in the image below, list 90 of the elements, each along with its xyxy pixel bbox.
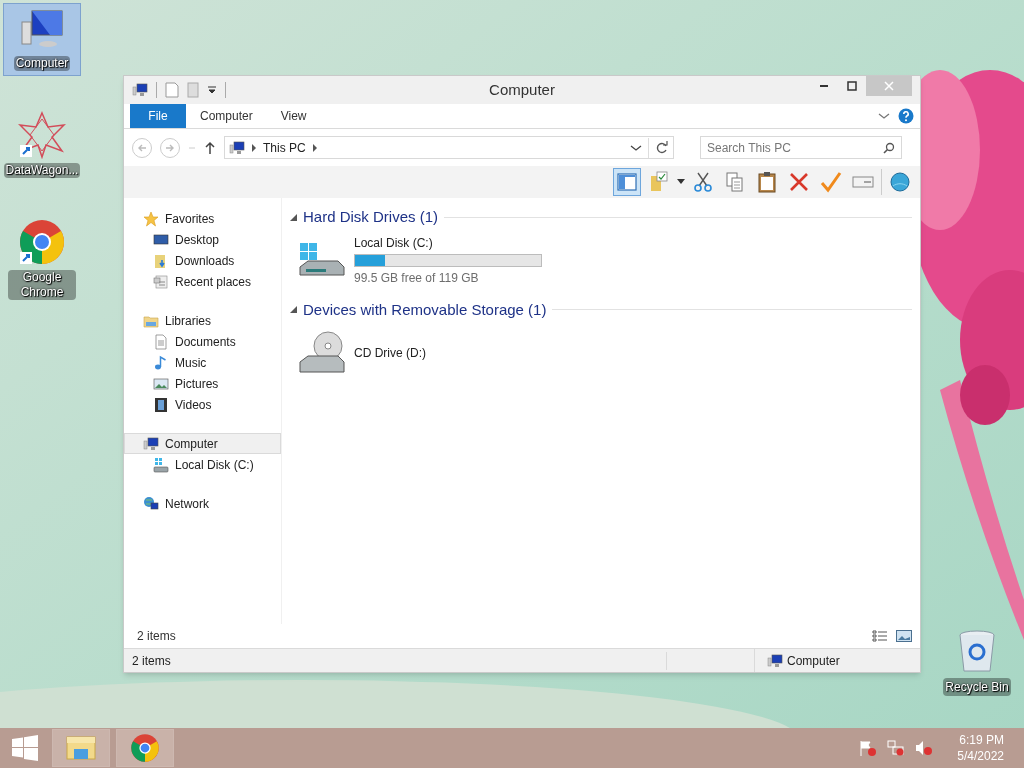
star-icon — [143, 210, 159, 227]
minimize-icon — [820, 85, 828, 87]
status-text: 2 items — [124, 651, 667, 670]
delete-icon — [788, 171, 810, 193]
arrow-up-icon[interactable] — [204, 140, 216, 155]
group-header[interactable]: Hard Disk Drives (1) — [303, 206, 438, 229]
chevron-down-icon[interactable] — [878, 111, 890, 121]
clock-time: 6:19 PM — [959, 732, 1004, 748]
desktop-icon-label: Google Chrome — [8, 270, 76, 300]
document-icon — [153, 333, 169, 350]
window-title: Computer — [488, 79, 556, 100]
scissors-icon — [692, 171, 714, 193]
nav-item[interactable]: Music — [124, 352, 281, 373]
clock-date: 5/4/2022 — [957, 748, 1004, 764]
computer-icon — [229, 139, 245, 156]
dropdown-icon[interactable] — [207, 85, 217, 95]
ribbon-tab[interactable]: View — [266, 104, 321, 128]
nav-item[interactable]: Computer — [124, 433, 281, 454]
preview-pane-icon — [616, 171, 638, 193]
drive-item[interactable]: CD Drive (D:) — [290, 321, 912, 385]
desktop-icon-label: DataWagon... — [3, 163, 81, 178]
monitor-icon — [153, 231, 169, 248]
status-location: Computer — [787, 652, 840, 670]
help-icon[interactable] — [898, 108, 914, 124]
dropdown-icon[interactable] — [677, 179, 685, 185]
folder-icon — [66, 735, 96, 761]
globe-icon — [889, 171, 911, 193]
nav-item[interactable]: Libraries — [124, 310, 281, 331]
desktop-icon[interactable]: Recycle Bin — [940, 630, 1014, 696]
star-polygon-icon — [18, 111, 66, 159]
recycle-bin-icon — [958, 630, 996, 674]
chrome-icon — [18, 218, 66, 266]
taskbar-button[interactable] — [116, 729, 174, 767]
film-icon — [153, 396, 169, 413]
toolbar-button[interactable] — [613, 168, 641, 196]
refresh-icon[interactable] — [655, 140, 669, 155]
file-tab[interactable]: File — [130, 104, 186, 128]
nav-item[interactable]: Desktop — [124, 229, 281, 250]
computer-icon — [767, 652, 783, 669]
arrow-left-icon — [137, 142, 147, 153]
ribbon-tab[interactable]: Computer — [186, 104, 267, 128]
nav-item[interactable]: Documents — [124, 331, 281, 352]
network-icon[interactable] — [887, 740, 906, 756]
drive-name: Local Disk (C:) — [354, 235, 434, 252]
nav-item[interactable]: Videos — [124, 394, 281, 415]
close-icon — [884, 81, 894, 91]
windows-logo-icon — [12, 735, 38, 761]
nav-item[interactable]: Pictures — [124, 373, 281, 394]
checkmark-icon — [820, 171, 842, 193]
maximize-icon — [847, 81, 857, 91]
details-view-icon[interactable] — [872, 630, 888, 642]
nav-item[interactable]: Network — [124, 493, 281, 514]
computer-icon — [132, 82, 148, 98]
nav-item[interactable]: Downloads — [124, 250, 281, 271]
clipboard-icon — [756, 171, 778, 193]
recent-icon — [153, 273, 169, 290]
music-note-icon — [153, 354, 169, 371]
address-bar[interactable]: This PC — [224, 136, 674, 159]
desktop-icon-label: Recycle Bin — [943, 678, 1011, 696]
cd-drive-icon — [298, 330, 346, 376]
search-input[interactable]: Search This PC — [707, 138, 883, 157]
flag-icon[interactable] — [859, 740, 878, 756]
search-icon — [883, 141, 895, 154]
nav-item[interactable]: Local Disk (C:) — [124, 454, 281, 475]
picture-icon — [153, 375, 169, 392]
chevron-right-icon[interactable] — [251, 143, 257, 152]
drive-icon — [153, 456, 169, 473]
nav-item[interactable]: Favorites — [124, 208, 281, 229]
breadcrumb[interactable]: This PC — [263, 138, 306, 157]
search-field[interactable]: Search This PC — [700, 136, 902, 159]
collapse-icon[interactable] — [290, 306, 297, 314]
desktop-icon[interactable]: Computer — [4, 4, 80, 75]
large-icons-view-icon[interactable] — [896, 630, 912, 642]
collapse-icon[interactable] — [290, 213, 297, 221]
nav-item[interactable]: Recent places — [124, 271, 281, 292]
group-header[interactable]: Devices with Removable Storage (1) — [303, 298, 547, 321]
chrome-icon — [130, 733, 160, 763]
speaker-icon[interactable] — [915, 740, 934, 756]
arrow-right-icon — [165, 142, 175, 153]
free-space-text: 99.5 GB free of 119 GB — [354, 270, 480, 287]
drive-name: CD Drive (D:) — [354, 345, 426, 362]
folder-check-icon — [648, 171, 670, 193]
network-icon — [143, 495, 159, 512]
chevron-right-icon[interactable] — [311, 143, 318, 152]
desktop-icon-label: Computer — [13, 56, 71, 71]
taskbar-button[interactable] — [52, 729, 110, 767]
item-count: 2 items — [137, 628, 177, 645]
drive-item[interactable]: Local Disk (C:) 99.5 GB free of 119 GB — [290, 228, 912, 293]
computer-icon — [143, 435, 159, 452]
copy-icon — [724, 171, 746, 193]
